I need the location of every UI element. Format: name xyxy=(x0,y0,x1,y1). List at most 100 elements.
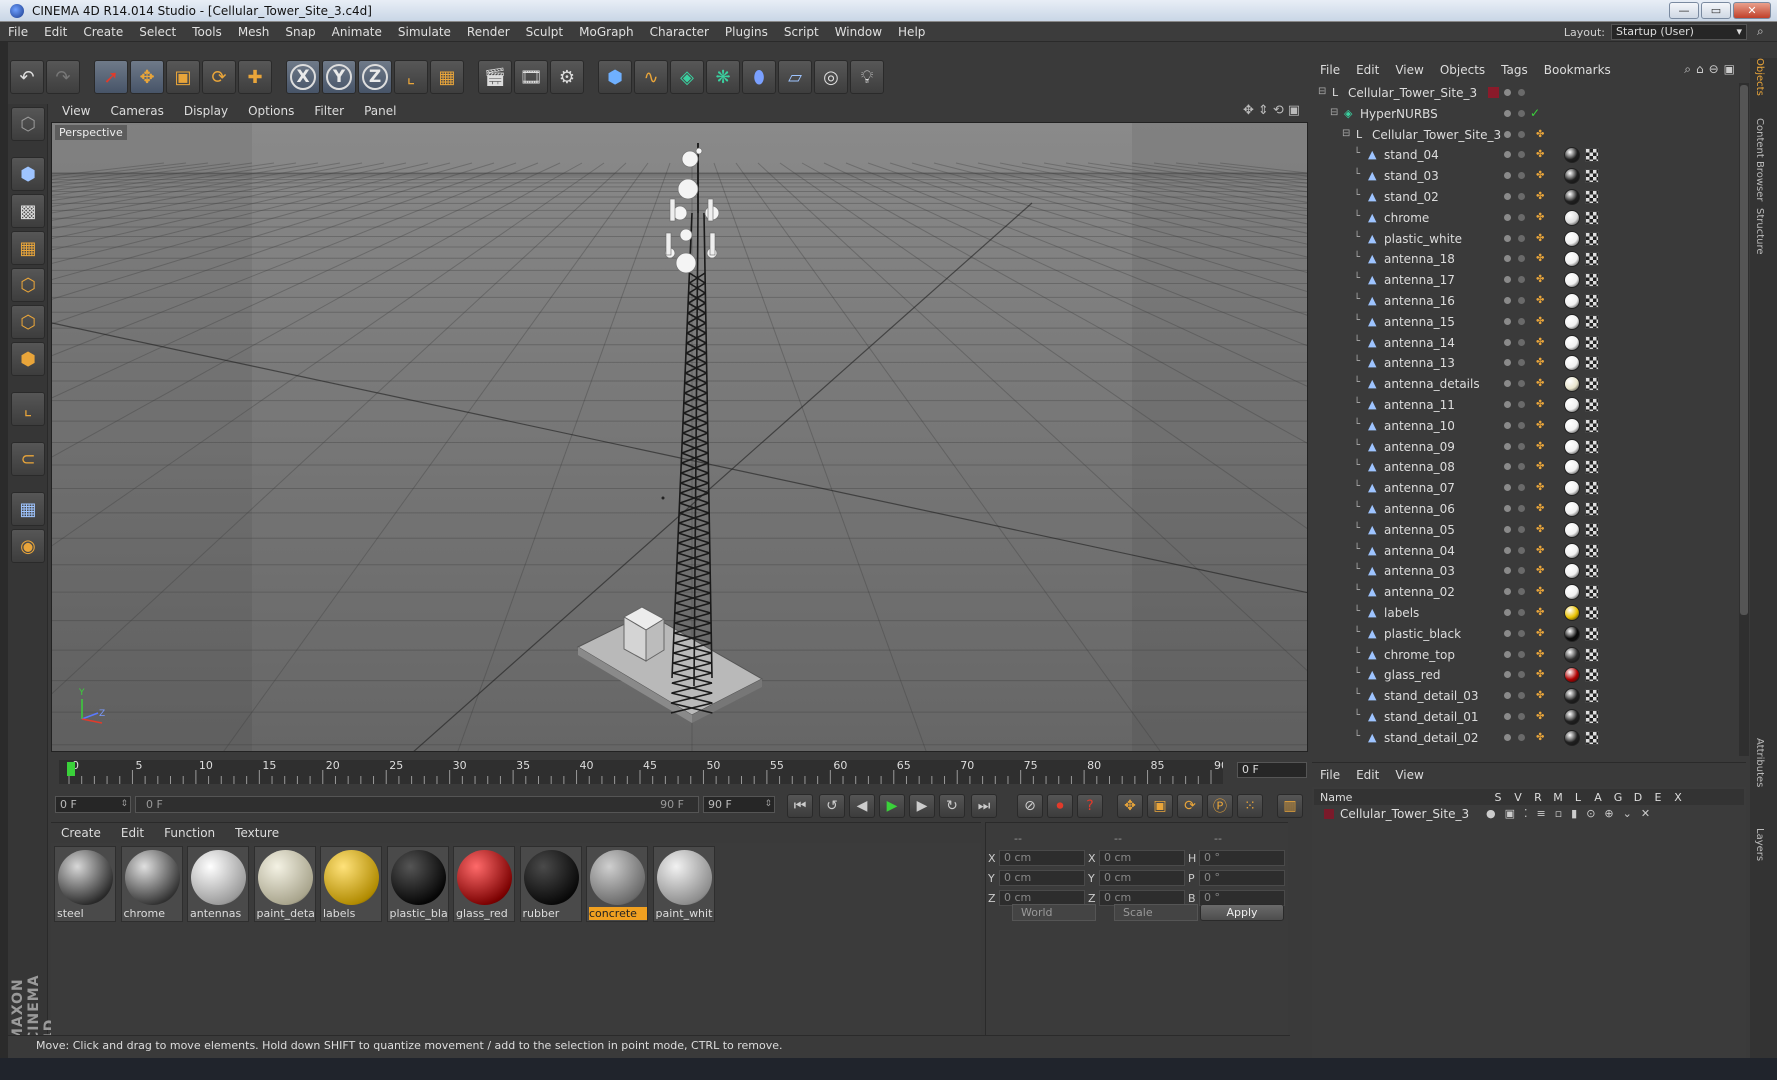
preview-range-slider[interactable]: 0 F 90 F xyxy=(135,796,699,813)
workplane-lock-icon[interactable]: ▦ xyxy=(11,492,45,526)
object-row[interactable]: └ ▲ antenna_11 ✤ xyxy=(1312,395,1740,416)
timeline-window-icon[interactable]: ▥ xyxy=(1277,794,1303,818)
menu-create[interactable]: Create xyxy=(75,25,131,39)
coord-field[interactable]: 0 cm xyxy=(1099,870,1185,886)
material-tag-icon[interactable] xyxy=(1564,480,1580,497)
viewport-menu-cameras[interactable]: Cameras xyxy=(100,104,173,118)
menu-script[interactable]: Script xyxy=(776,25,827,39)
render-visibility-dot[interactable] xyxy=(1518,609,1525,616)
menu-mograph[interactable]: MoGraph xyxy=(571,25,642,39)
coord-field[interactable]: 0 cm xyxy=(999,850,1085,866)
material-swatch[interactable]: labels xyxy=(320,846,382,922)
material-tag-icon[interactable] xyxy=(1564,168,1580,185)
material-tag-icon[interactable] xyxy=(1564,542,1580,559)
phong-tag-icon[interactable]: ✤ xyxy=(1536,233,1546,244)
attribute-menu-file[interactable]: File xyxy=(1312,768,1348,782)
editor-visibility-dot[interactable] xyxy=(1504,359,1511,367)
material-tag-icon[interactable] xyxy=(1564,209,1580,226)
deformer-icon[interactable]: ⬮ xyxy=(742,60,776,94)
editor-visibility-dot[interactable] xyxy=(1504,276,1511,284)
object-row[interactable]: └ ▲ stand_04 ✤ xyxy=(1312,145,1740,166)
uvw-tag-icon[interactable] xyxy=(1585,294,1599,308)
attribute-menu-edit[interactable]: Edit xyxy=(1348,768,1387,782)
workplane-mode-icon[interactable]: ▦ xyxy=(11,231,45,265)
object-row[interactable]: ⊟ L Cellular_Tower_Site_3 ✤ xyxy=(1312,125,1740,146)
uvw-tag-icon[interactable] xyxy=(1585,522,1599,537)
editor-visibility-dot[interactable] xyxy=(1504,609,1511,616)
uvw-tag-icon[interactable] xyxy=(1585,626,1599,641)
editor-visibility-dot[interactable] xyxy=(1504,380,1511,388)
object-row[interactable]: └ ▲ antenna_16 ✤ xyxy=(1312,291,1740,312)
uvw-tag-icon[interactable] xyxy=(1585,335,1599,350)
spline-icon[interactable]: ∿ xyxy=(634,60,668,94)
material-tag-icon[interactable] xyxy=(1564,459,1580,476)
phong-tag-icon[interactable]: ✤ xyxy=(1536,504,1546,514)
phong-tag-icon[interactable]: ✤ xyxy=(1536,462,1546,472)
tree-expander[interactable]: ⊟ xyxy=(1342,128,1350,139)
material-menu-edit[interactable]: Edit xyxy=(111,826,154,840)
object-row[interactable]: └ ▲ antenna_details ✤ xyxy=(1312,374,1740,395)
phong-tag-icon[interactable]: ✤ xyxy=(1536,649,1546,660)
material-tag-icon[interactable] xyxy=(1564,501,1580,517)
phong-tag-icon[interactable]: ✤ xyxy=(1536,524,1546,535)
material-menu-create[interactable]: Create xyxy=(51,826,111,840)
cube-primitive-icon[interactable]: ⬢ xyxy=(598,60,632,94)
record-scale-icon[interactable]: ▣ xyxy=(1147,794,1173,818)
uvw-tag-icon[interactable] xyxy=(1585,169,1599,184)
material-swatch[interactable]: rubber xyxy=(519,846,582,922)
uvw-tag-icon[interactable] xyxy=(1585,314,1599,329)
undo-icon[interactable]: ↶ xyxy=(10,60,44,94)
nurbs-icon[interactable]: ◈ xyxy=(670,60,704,94)
uvw-tag-icon[interactable] xyxy=(1585,252,1599,267)
make-editable-icon[interactable]: ⬡ xyxy=(11,107,45,141)
keyframe-selection-icon[interactable]: ? xyxy=(1077,794,1103,818)
min-frame-field[interactable]: 0 F xyxy=(55,796,131,813)
render-visibility-dot[interactable] xyxy=(1518,255,1525,263)
close-button[interactable]: ✕ xyxy=(1733,2,1771,19)
material-tag-icon[interactable] xyxy=(1564,355,1580,372)
edges-mode-icon[interactable]: ⬡ xyxy=(11,305,45,339)
render-visibility-dot[interactable] xyxy=(1518,193,1525,200)
object-row[interactable]: └ ▲ antenna_05 ✤ xyxy=(1312,520,1740,541)
uvw-tag-icon[interactable] xyxy=(1585,210,1599,225)
render-visibility-dot[interactable] xyxy=(1518,546,1525,554)
phong-tag-icon[interactable]: ✤ xyxy=(1536,420,1546,431)
model-mode-icon[interactable]: ⬢ xyxy=(11,157,45,191)
material-swatch[interactable]: plastic_bla xyxy=(386,846,449,922)
material-tag-icon[interactable] xyxy=(1564,646,1580,663)
attribute-menu-view[interactable]: View xyxy=(1387,768,1431,782)
record-position-icon[interactable]: ✥ xyxy=(1117,794,1143,818)
phong-tag-icon[interactable]: ✤ xyxy=(1536,316,1546,327)
tab-content-browser[interactable]: Content Browser xyxy=(1754,118,1765,201)
render-visibility-dot[interactable] xyxy=(1518,463,1525,471)
go-to-end-icon[interactable]: ⏭ xyxy=(971,794,997,818)
phong-tag-icon[interactable]: ✤ xyxy=(1536,691,1546,701)
render-visibility-dot[interactable] xyxy=(1518,89,1525,96)
material-tag-icon[interactable] xyxy=(1564,313,1580,330)
object-row[interactable]: └ ▲ chrome ✤ xyxy=(1312,208,1740,229)
phong-tag-icon[interactable]: ✤ xyxy=(1536,732,1546,743)
editor-visibility-dot[interactable] xyxy=(1504,109,1511,117)
play-icon[interactable]: ▶ xyxy=(879,794,905,818)
viewport-menu-filter[interactable]: Filter xyxy=(304,104,354,118)
object-row[interactable]: └ ▲ stand_detail_03 ✤ xyxy=(1312,686,1740,707)
object-row[interactable]: └ ▲ antenna_04 ✤ xyxy=(1312,541,1740,562)
phong-tag-icon[interactable]: ✤ xyxy=(1536,296,1546,306)
uvw-tag-icon[interactable] xyxy=(1585,190,1599,204)
render-picture-viewer-icon[interactable]: 🎞︎ xyxy=(514,60,548,94)
phong-tag-icon[interactable]: ✤ xyxy=(1536,171,1546,181)
uvw-tag-icon[interactable] xyxy=(1585,418,1599,433)
uvw-tag-icon[interactable] xyxy=(1585,377,1599,392)
material-menu-texture[interactable]: Texture xyxy=(225,826,289,840)
material-swatch[interactable]: concrete xyxy=(586,846,648,922)
render-visibility-dot[interactable] xyxy=(1518,671,1525,679)
render-visibility-dot[interactable] xyxy=(1518,151,1525,159)
phong-tag-icon[interactable]: ✤ xyxy=(1536,545,1546,556)
coord-field[interactable]: 0 ° xyxy=(1199,870,1285,886)
render-visibility-dot[interactable] xyxy=(1518,317,1525,325)
phong-tag-icon[interactable]: ✤ xyxy=(1536,587,1546,597)
layout-dropdown[interactable]: Startup (User) xyxy=(1611,24,1747,40)
previous-key-icon[interactable]: ↺ xyxy=(819,794,845,818)
render-visibility-dot[interactable] xyxy=(1518,380,1525,388)
editor-visibility-dot[interactable] xyxy=(1504,234,1511,242)
